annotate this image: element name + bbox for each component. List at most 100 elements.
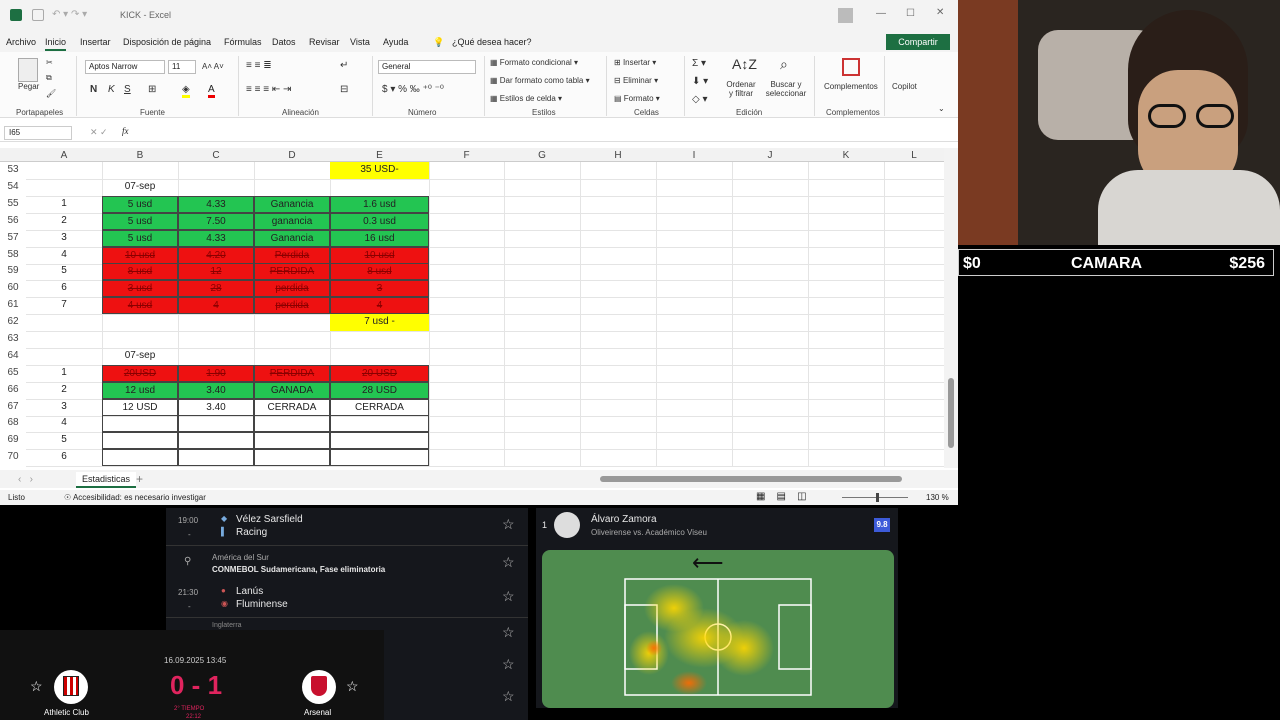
column-header[interactable]: H	[580, 150, 656, 161]
format-painter-icon[interactable]: 🖌	[46, 89, 56, 98]
avatar[interactable]	[838, 8, 853, 23]
star-icon[interactable]: ☆	[502, 656, 515, 673]
star-icon[interactable]: ☆	[30, 678, 43, 695]
league-header[interactable]: ⚲ América del Sur CONMEBOL Sudamericana,…	[166, 548, 528, 578]
column-header[interactable]: A	[26, 150, 102, 161]
wrap-text-icon[interactable]: ↵	[340, 60, 348, 71]
sort-filter-icon[interactable]: A↕Z	[732, 56, 757, 72]
cell-b69[interactable]	[102, 432, 178, 449]
cell-a65[interactable]: 1	[26, 365, 102, 382]
cell-d65[interactable]: PERDIDA	[254, 365, 330, 382]
collapse-ribbon-icon[interactable]: ⌄	[938, 104, 945, 113]
table-format-button[interactable]: ▦ Dar formato como tabla ▾	[490, 76, 590, 85]
cell-c61[interactable]: 4	[178, 297, 254, 314]
home-team[interactable]: Athletic Club	[44, 708, 89, 717]
tab-formulas[interactable]: Fórmulas	[224, 37, 262, 47]
cell-e53[interactable]: 35 USD-	[330, 162, 429, 179]
normal-view-icon[interactable]: ▦ ▤ ◫	[756, 491, 807, 502]
cell-d67[interactable]: CERRADA	[254, 399, 330, 416]
number-format-select[interactable]: General	[378, 60, 476, 74]
formula-input[interactable]	[140, 126, 940, 140]
cell-a70[interactable]: 6	[26, 449, 102, 466]
grow-font-icon[interactable]: A˄ A˅	[202, 62, 224, 71]
cell-a67[interactable]: 3	[26, 399, 102, 416]
away-team[interactable]: Arsenal	[304, 708, 331, 717]
cell-b67[interactable]: 12 USD	[102, 399, 178, 416]
tab-archivo[interactable]: Archivo	[6, 37, 36, 47]
star-icon[interactable]: ☆	[502, 516, 515, 533]
cell-c67[interactable]: 3.40	[178, 399, 254, 416]
cell-a55[interactable]: 1	[26, 196, 102, 213]
worksheet-grid[interactable]: 53 35 USD- 54 07-sep 55 1 5 usd 4.33 Ganancia 1.6…	[0, 162, 944, 467]
column-header[interactable]: F	[429, 150, 504, 161]
row-header[interactable]: 65	[0, 367, 26, 378]
zoom-level[interactable]: 130 %	[926, 493, 949, 502]
currency-icon[interactable]: $ ▾ % ‰ ⁺⁰ ⁻⁰	[382, 84, 444, 95]
cell-d66[interactable]: GANADA	[254, 382, 330, 399]
row-header[interactable]: 54	[0, 181, 26, 192]
cell-a69[interactable]: 5	[26, 432, 102, 449]
font-name-select[interactable]: Aptos Narrow	[85, 60, 165, 74]
cell-a68[interactable]: 4	[26, 415, 102, 432]
tab-revisar[interactable]: Revisar	[309, 37, 340, 47]
cell-c56[interactable]: 7.50	[178, 213, 254, 230]
tab-datos[interactable]: Datos	[272, 37, 296, 47]
cell-c60[interactable]: 28	[178, 280, 254, 297]
row-header[interactable]: 67	[0, 401, 26, 412]
cond-format-button[interactable]: ▦ Formato condicional ▾	[490, 58, 578, 67]
tab-ayuda[interactable]: Ayuda	[383, 37, 408, 47]
sort-filter-label[interactable]: Ordenar y filtrar	[724, 80, 758, 98]
cell-b64[interactable]: 07-sep	[102, 348, 178, 365]
cell-b59[interactable]: 8 usd	[102, 263, 178, 280]
cell-d69[interactable]	[254, 432, 330, 449]
align-top-icon[interactable]: ≡ ≡ ≣	[246, 60, 272, 71]
row-header[interactable]: 69	[0, 434, 26, 445]
cell-c65[interactable]: 1.90	[178, 365, 254, 382]
italic-icon[interactable]: K	[108, 84, 115, 95]
cell-d70[interactable]	[254, 449, 330, 466]
cell-e56[interactable]: 0.3 usd	[330, 213, 429, 230]
bold-icon[interactable]: N	[90, 84, 97, 95]
find-icon[interactable]: ⌕	[780, 56, 788, 73]
copy-icon[interactable]: ⧉	[46, 73, 52, 83]
cell-b56[interactable]: 5 usd	[102, 213, 178, 230]
maximize-icon[interactable]: ☐	[906, 8, 915, 19]
cell-a56[interactable]: 2	[26, 213, 102, 230]
font-color-icon[interactable]: A	[208, 84, 215, 98]
column-header[interactable]: I	[656, 150, 732, 161]
row-header[interactable]: 59	[0, 265, 26, 276]
underline-icon[interactable]: S	[124, 84, 131, 95]
cell-c69[interactable]	[178, 432, 254, 449]
star-icon[interactable]: ☆	[502, 688, 515, 705]
cell-b58[interactable]: 10 usd	[102, 247, 178, 264]
accessibility-status[interactable]: ☉ Accesibilidad: es necesario investigar	[64, 493, 206, 502]
row-header[interactable]: 61	[0, 299, 26, 310]
cell-a59[interactable]: 5	[26, 263, 102, 280]
cell-e70[interactable]	[330, 449, 429, 466]
clear-icon[interactable]: ◇ ▾	[692, 94, 708, 105]
cancel-icon[interactable]: ✕ ✓	[90, 127, 108, 138]
cell-e65[interactable]: 20 USD	[330, 365, 429, 382]
row-header[interactable]: 55	[0, 198, 26, 209]
horizontal-scrollbar[interactable]	[600, 476, 902, 482]
tab-vista[interactable]: Vista	[350, 37, 370, 47]
font-size-select[interactable]: 11	[168, 60, 196, 74]
cell-c66[interactable]: 3.40	[178, 382, 254, 399]
zoom-slider[interactable]	[842, 497, 908, 498]
insert-cells-button[interactable]: ⊞ Insertar ▾	[614, 58, 656, 67]
addins-icon[interactable]	[842, 58, 860, 76]
row-header[interactable]: 62	[0, 316, 26, 327]
cell-d58[interactable]: Perdida	[254, 247, 330, 264]
star-icon[interactable]: ☆	[502, 554, 515, 571]
cell-b65[interactable]: 20USD	[102, 365, 178, 382]
fill-icon[interactable]: ⬇ ▾	[692, 76, 708, 87]
tab-disposicion[interactable]: Disposición de página	[123, 37, 211, 47]
cell-e58[interactable]: 10 usd	[330, 247, 429, 264]
cell-d55[interactable]: Ganancia	[254, 196, 330, 213]
star-icon[interactable]: ☆	[346, 678, 359, 695]
save-icon[interactable]	[32, 9, 44, 21]
cell-c58[interactable]: 4.20	[178, 247, 254, 264]
scrollbar-thumb[interactable]	[948, 378, 954, 448]
cell-d68[interactable]	[254, 415, 330, 432]
cell-a58[interactable]: 4	[26, 247, 102, 264]
